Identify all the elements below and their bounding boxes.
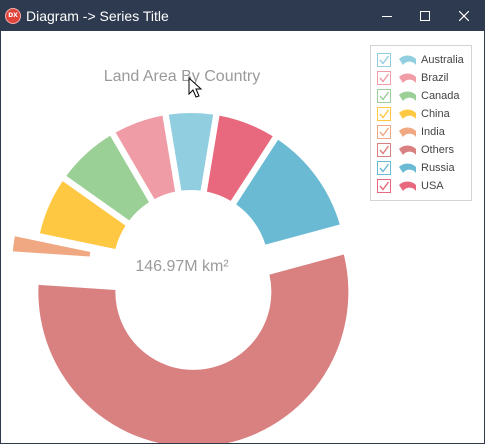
legend-item-usa[interactable]: USA: [371, 178, 471, 196]
legend-checkbox[interactable]: [377, 53, 391, 67]
legend-marker-icon: [399, 91, 416, 101]
legend-label: Others: [421, 144, 455, 156]
legend-label: Brazil: [421, 72, 449, 84]
chart-legend: Australia Brazil Canada China India Others Rus…: [370, 45, 472, 201]
legend-label: Russia: [421, 162, 455, 174]
legend-item-canada[interactable]: Canada: [371, 88, 471, 106]
maximize-icon: [420, 11, 430, 21]
check-icon: [379, 73, 389, 83]
legend-checkbox[interactable]: [377, 179, 391, 193]
legend-label: China: [421, 108, 450, 120]
app-icon-text: DX: [8, 12, 18, 19]
close-button[interactable]: [444, 1, 484, 31]
check-icon: [379, 127, 389, 137]
legend-checkbox[interactable]: [377, 143, 391, 157]
legend-checkbox[interactable]: [377, 89, 391, 103]
minimize-button[interactable]: [367, 1, 407, 31]
legend-label: USA: [421, 180, 444, 192]
legend-marker-icon: [399, 127, 416, 137]
donut-total-label: 146.97M km²: [135, 258, 229, 275]
legend-marker-icon: [399, 145, 416, 155]
legend-item-brazil[interactable]: Brazil: [371, 70, 471, 88]
slice-australia[interactable]: [168, 113, 214, 191]
title-bar[interactable]: DX Diagram -> Series Title: [1, 1, 484, 31]
legend-label: Canada: [421, 90, 460, 102]
close-icon: [459, 11, 469, 21]
legend-marker-icon: [399, 181, 416, 191]
maximize-button[interactable]: [405, 1, 445, 31]
legend-marker-icon: [399, 55, 416, 65]
legend-checkbox[interactable]: [377, 125, 391, 139]
legend-label: Australia: [421, 54, 464, 66]
legend-label: India: [421, 126, 445, 138]
legend-item-china[interactable]: China: [371, 106, 471, 124]
legend-checkbox[interactable]: [377, 107, 391, 121]
legend-marker-icon: [399, 73, 416, 83]
legend-item-india[interactable]: India: [371, 124, 471, 142]
app-icon: DX: [5, 8, 21, 24]
legend-item-others[interactable]: Others: [371, 142, 471, 160]
minimize-icon: [382, 16, 392, 17]
check-icon: [379, 109, 389, 119]
chart-title: Land Area By Country: [104, 68, 261, 85]
legend-item-russia[interactable]: Russia: [371, 160, 471, 178]
slice-others[interactable]: [38, 254, 349, 443]
check-icon: [379, 55, 389, 65]
mouse-cursor-icon: [188, 77, 202, 98]
legend-marker-icon: [399, 109, 416, 119]
legend-marker-icon: [399, 163, 416, 173]
check-icon: [379, 163, 389, 173]
legend-checkbox[interactable]: [377, 161, 391, 175]
window-title: Diagram -> Series Title: [26, 8, 169, 24]
legend-item-australia[interactable]: Australia: [371, 52, 471, 70]
check-icon: [379, 91, 389, 101]
check-icon: [379, 145, 389, 155]
donut-slices: [12, 113, 349, 443]
check-icon: [379, 181, 389, 191]
app-window: DX Diagram -> Series Title Land Area By …: [0, 0, 485, 444]
legend-checkbox[interactable]: [377, 71, 391, 85]
diagram-area: Land Area By Country 146.97M km² Austral…: [1, 31, 484, 443]
